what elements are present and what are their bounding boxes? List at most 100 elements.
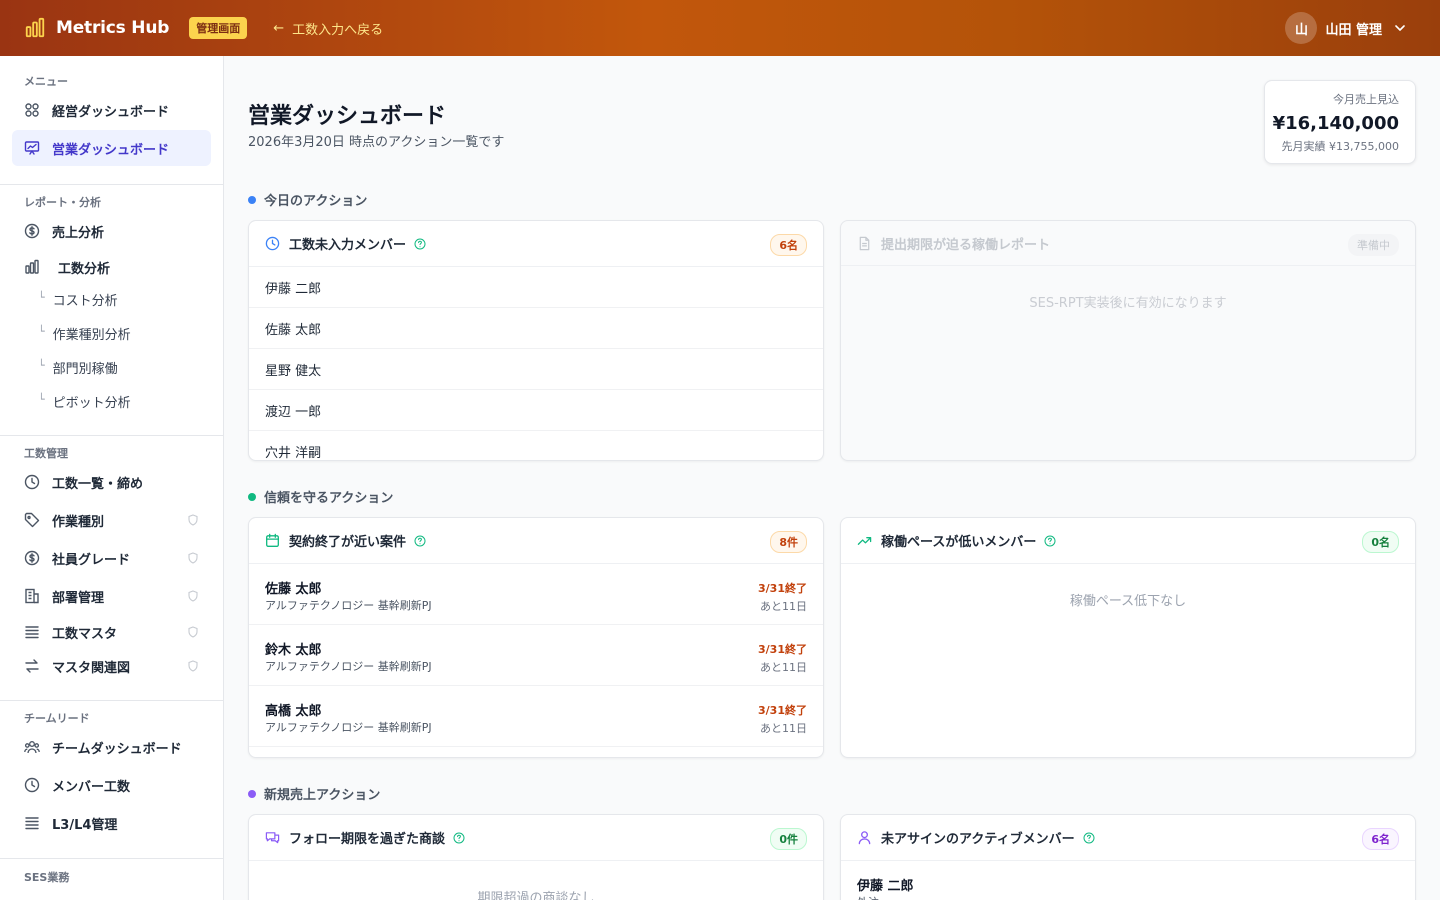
list-item[interactable]: 伊藤 二郎 xyxy=(249,267,823,308)
card-header: 未アサインのアクティブメンバー 6名 xyxy=(841,815,1415,861)
end-date: 3/31終了 xyxy=(758,704,807,717)
sidebar-item-work-types[interactable]: 作業種別 xyxy=(12,502,211,538)
card-title: 契約終了が近い案件 xyxy=(289,535,407,550)
member-name: 伊藤 二郎 xyxy=(857,879,914,894)
sidebar-item-sales-dashboard[interactable]: 営業ダッシュボード xyxy=(12,130,211,166)
swap-arrows-icon xyxy=(25,659,39,673)
section-title: 信頼を守るアクション xyxy=(264,491,394,506)
sidebar-item-dept-mgmt[interactable]: 部署管理 xyxy=(12,578,211,614)
sidebar-item-label: 工数マスタ xyxy=(52,626,118,642)
card-header: 提出期限が迫る稼働レポート 準備中 xyxy=(841,221,1415,266)
member-name: 高橋 太郎 xyxy=(265,704,322,719)
sidebar-item-label: チームダッシュボード xyxy=(52,741,182,757)
contract-row[interactable]: 佐藤 太郎 アルファテクノロジー 基幹刷新PJ 3/31終了 あと11日 xyxy=(249,564,823,625)
card-header: 稼働ペースが低いメンバー 0名 xyxy=(841,518,1415,564)
sidebar-subitem-label: ピボット分析 xyxy=(52,396,131,411)
users-icon xyxy=(24,741,40,754)
section-dot xyxy=(248,492,256,501)
project-name: アルファテクノロジー 基幹刷新PJ xyxy=(265,721,432,734)
sidebar-item-label: 工数一覧・締め xyxy=(52,476,144,492)
list-item[interactable]: 渡辺 一郎 xyxy=(249,390,823,431)
sidebar-item-effort-analysis[interactable]: 工数分析 xyxy=(12,249,211,285)
sidebar-item-effort-list[interactable]: 工数一覧・締め xyxy=(12,464,211,500)
list-item[interactable]: 星野 健太 xyxy=(249,349,823,390)
sidebar-item-label: 経営ダッシュボード xyxy=(52,104,170,120)
tree-corner-icon: └ xyxy=(38,291,45,304)
list-icon xyxy=(25,817,39,830)
sidebar-item-sales-analysis[interactable]: 売上分析 xyxy=(12,213,211,249)
sidebar-subitem-pivot-analysis[interactable]: └ ピボット分析 xyxy=(38,392,131,411)
sidebar-item-label: L3/L4管理 xyxy=(52,817,118,833)
help-circle-icon[interactable] xyxy=(414,238,426,250)
end-date: 3/31終了 xyxy=(758,643,807,656)
sidebar-item-member-effort[interactable]: メンバー工数 xyxy=(12,767,211,803)
clock-icon xyxy=(24,474,40,490)
help-circle-icon[interactable] xyxy=(1044,535,1056,547)
back-to-effort-input-link[interactable]: ← 工数入力へ戻る xyxy=(273,19,383,38)
count-badge: 6名 xyxy=(1362,828,1399,850)
user-menu[interactable]: 山 山田 管理 xyxy=(1285,12,1406,44)
kpi-previous-month: 先月実績 ¥13,755,000 xyxy=(1281,140,1399,153)
help-circle-icon[interactable] xyxy=(453,832,465,844)
sidebar-item-team-dashboard[interactable]: チームダッシュボード xyxy=(12,729,211,765)
grid-icon xyxy=(25,103,39,117)
chevron-down-icon xyxy=(1395,25,1405,31)
document-icon xyxy=(859,236,870,250)
sidebar-item-label: 営業ダッシュボード xyxy=(52,142,170,158)
days-remaining: あと11日 xyxy=(760,722,807,735)
kpi-value: ¥16,140,000 xyxy=(1272,113,1399,134)
list-icon xyxy=(25,626,39,639)
help-circle-icon[interactable] xyxy=(414,535,426,547)
help-circle-icon[interactable] xyxy=(1083,832,1095,844)
status-badge: 準備中 xyxy=(1348,234,1399,256)
user-name: 山田 管理 xyxy=(1325,22,1382,38)
section-today-actions: 今日のアクション xyxy=(248,190,367,209)
calendar-icon xyxy=(266,533,279,547)
app-name: Metrics Hub xyxy=(56,18,170,38)
overdue-followup-card: フォロー期限を過ぎた商談 0件 期限超過の商談なし xyxy=(248,814,824,900)
presentation-chart-icon xyxy=(24,141,40,155)
avatar: 山 xyxy=(1285,12,1318,44)
card-title: 稼働ペースが低いメンバー xyxy=(881,535,1037,550)
sidebar-item-label: 社員グレード xyxy=(52,552,131,568)
sidebar-section-menu: メニュー xyxy=(24,75,68,88)
list-item[interactable]: 佐藤 太郎 xyxy=(249,308,823,349)
sidebar-item-exec-dashboard[interactable]: 経営ダッシュボード xyxy=(12,92,211,128)
sidebar-divider xyxy=(0,700,223,701)
sidebar-item-effort-master[interactable]: 工数マスタ xyxy=(12,614,211,650)
sidebar-section-reports: レポート・分析 xyxy=(24,196,101,209)
member-row[interactable]: 伊藤 二郎 外注 xyxy=(841,861,1415,900)
trending-up-icon xyxy=(857,537,872,545)
brand[interactable]: Metrics Hub xyxy=(24,17,169,39)
contract-row[interactable]: 鈴木 太郎 アルファテクノロジー 基幹刷新PJ 3/31終了 あと11日 xyxy=(249,625,823,686)
sidebar-item-master-diagram[interactable]: マスタ関連図 xyxy=(12,648,211,684)
shield-icon xyxy=(188,590,198,602)
kpi-label: 今月売上見込 xyxy=(1333,93,1399,106)
project-name: アルファテクノロジー 基幹刷新PJ xyxy=(265,599,432,612)
end-date: 3/31終了 xyxy=(758,582,807,595)
project-name: アルファテクノロジー 基幹刷新PJ xyxy=(265,660,432,673)
card-header: 工数未入力メンバー 6名 xyxy=(249,221,823,267)
card-title: 提出期限が迫る稼働レポート xyxy=(881,237,1051,253)
sidebar-item-l3l4-mgmt[interactable]: L3/L4管理 xyxy=(12,805,211,841)
days-remaining: あと11日 xyxy=(760,661,807,674)
sidebar-subitem-label: 作業種別分析 xyxy=(52,328,131,343)
card-title: 未アサインのアクティブメンバー xyxy=(881,832,1075,847)
report-deadline-card: 提出期限が迫る稼働レポート 準備中 SES-RPT実装後に有効になります xyxy=(840,220,1416,461)
sidebar-subitem-dept-utilization[interactable]: └ 部門別稼働 xyxy=(38,358,118,377)
list-item[interactable]: 穴井 洋嗣 xyxy=(249,431,823,461)
empty-state-message: SES-RPT実装後に有効になります xyxy=(1029,296,1227,311)
sidebar-item-employee-grades[interactable]: 社員グレード xyxy=(12,540,211,576)
tag-icon xyxy=(24,512,40,528)
section-dot xyxy=(248,789,256,798)
sidebar: メニュー 経営ダッシュボード 営業ダッシュボード レポート・分析 売上分析 工数… xyxy=(0,56,224,900)
sidebar-divider xyxy=(0,858,223,859)
sidebar-section-ses: SES業務 xyxy=(24,871,70,884)
admin-badge: 管理画面 xyxy=(189,17,248,39)
shield-icon xyxy=(188,660,198,672)
sidebar-item-label: 作業種別 xyxy=(52,514,105,530)
sidebar-item-label: メンバー工数 xyxy=(52,779,131,795)
sidebar-subitem-cost-analysis[interactable]: └ コスト分析 xyxy=(38,290,118,309)
contract-row[interactable]: 高橋 太郎 アルファテクノロジー 基幹刷新PJ 3/31終了 あと11日 xyxy=(249,686,823,747)
sidebar-subitem-work-type-analysis[interactable]: └ 作業種別分析 xyxy=(38,324,131,343)
